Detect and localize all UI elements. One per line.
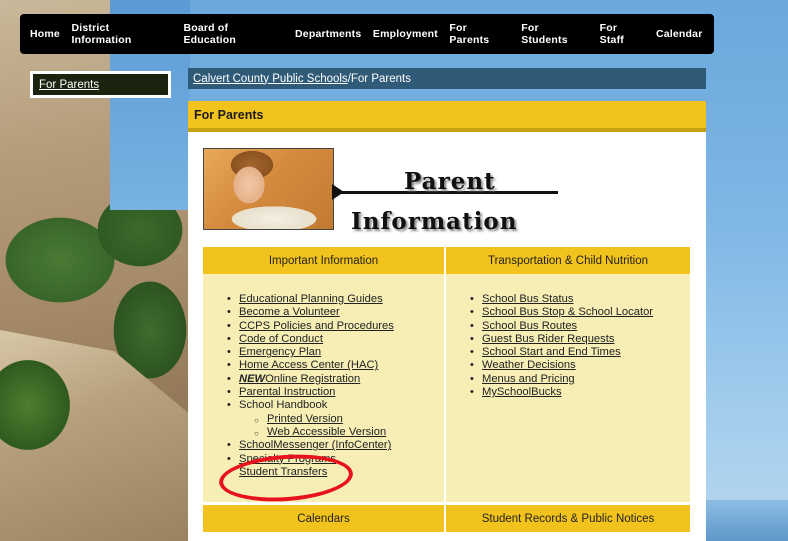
list-item: School Handbook Printed Version Web Acce…: [227, 399, 444, 441]
list-item: School Bus Stop & School Locator: [470, 306, 690, 320]
list-item: Become a Volunteer: [227, 306, 444, 320]
page-title: For Parents: [188, 101, 706, 132]
list-item: Educational Planning Guides: [227, 293, 444, 307]
link-guest-bus-rider[interactable]: Guest Bus Rider Requests: [482, 333, 614, 345]
list-item: Weather Decisions: [470, 359, 690, 373]
nav-home[interactable]: Home: [30, 28, 60, 40]
link-home-access-center[interactable]: Home Access Center (HAC): [239, 359, 378, 371]
list-item: Emergency Plan: [227, 346, 444, 360]
list-item: Guest Bus Rider Requests: [470, 333, 690, 347]
link-bus-stop-locator[interactable]: School Bus Stop & School Locator: [482, 306, 653, 318]
link-school-start-end-times[interactable]: School Start and End Times: [482, 346, 621, 358]
link-emergency-plan[interactable]: Emergency Plan: [239, 346, 321, 358]
nav-for-students[interactable]: For Students: [521, 22, 588, 46]
nav-for-staff[interactable]: For Staff: [600, 22, 645, 46]
heading-student-records: Student Records & Public Notices: [446, 505, 690, 532]
list-item: Home Access Center (HAC): [227, 359, 444, 373]
list-item: Parental Instruction: [227, 386, 444, 400]
background-sea: [706, 500, 788, 541]
list-item: Menus and Pricing: [470, 373, 690, 387]
school-handbook-label: School Handbook: [239, 399, 328, 412]
nav-departments[interactable]: Departments: [295, 28, 361, 40]
list-item: NEWOnline Registration: [227, 373, 444, 387]
list-item: Code of Conduct: [227, 333, 444, 347]
breadcrumb-current: For Parents: [350, 72, 411, 85]
link-handbook-web-accessible[interactable]: Web Accessible Version: [267, 426, 386, 438]
heading-important-information: Important Information: [203, 247, 446, 274]
list-item: School Bus Routes: [470, 320, 690, 334]
list-item: Web Accessible Version: [254, 426, 444, 441]
link-educational-planning-guides[interactable]: Educational Planning Guides: [239, 293, 383, 305]
banner-title-line1: Parent: [404, 168, 496, 195]
heading-calendars: Calendars: [203, 505, 446, 532]
link-handbook-printed[interactable]: Printed Version: [267, 413, 343, 425]
list-item: SchoolMessenger (InfoCenter): [227, 439, 444, 453]
banner-title-line2: Information: [351, 208, 518, 235]
top-navigation: Home District Information Board of Educa…: [20, 14, 714, 54]
nav-calendar[interactable]: Calendar: [656, 28, 703, 40]
heading-transportation-nutrition: Transportation & Child Nutrition: [446, 247, 690, 274]
nav-board-of-education[interactable]: Board of Education: [183, 22, 283, 46]
banner-arrow-icon: [332, 184, 344, 200]
link-schoolmessenger[interactable]: SchoolMessenger (InfoCenter): [239, 439, 391, 451]
list-item: Printed Version: [254, 413, 444, 428]
link-school-bus-status[interactable]: School Bus Status: [482, 293, 573, 305]
link-school-bus-routes[interactable]: School Bus Routes: [482, 320, 577, 332]
parent-information-banner: Parent Information: [203, 148, 558, 235]
link-ccps-policies[interactable]: CCPS Policies and Procedures: [239, 320, 394, 332]
table-footer-header-row: Calendars Student Records & Public Notic…: [203, 505, 690, 532]
sidebar-item-for-parents[interactable]: For Parents: [39, 79, 99, 91]
table-header-row: Important Information Transportation & C…: [203, 247, 690, 274]
nav-district-information[interactable]: District Information: [71, 22, 171, 46]
list-item: MySchoolBucks: [470, 386, 690, 400]
new-label: NEW: [239, 372, 266, 385]
banner-photo-child-reading: [203, 148, 334, 230]
link-weather-decisions[interactable]: Weather Decisions: [482, 359, 576, 371]
breadcrumb-root-link[interactable]: Calvert County Public Schools: [193, 73, 348, 85]
link-parental-instruction[interactable]: Parental Instruction: [239, 386, 335, 398]
link-become-a-volunteer[interactable]: Become a Volunteer: [239, 306, 340, 318]
transportation-nutrition-list: School Bus Status School Bus Stop & Scho…: [446, 274, 690, 502]
link-online-registration[interactable]: NEWOnline Registration: [239, 373, 360, 385]
background-bush: [0, 360, 70, 450]
sidebar-section-box: For Parents: [30, 71, 171, 98]
link-myschoolbucks[interactable]: MySchoolBucks: [482, 386, 562, 398]
online-registration-label: Online Registration: [265, 372, 361, 385]
nav-for-parents[interactable]: For Parents: [449, 22, 509, 46]
list-item: School Bus Status: [470, 293, 690, 307]
link-code-of-conduct[interactable]: Code of Conduct: [239, 333, 323, 345]
list-item: School Start and End Times: [470, 346, 690, 360]
breadcrumb: Calvert County Public Schools / For Pare…: [188, 68, 706, 89]
link-menus-and-pricing[interactable]: Menus and Pricing: [482, 373, 575, 385]
list-item: CCPS Policies and Procedures: [227, 320, 444, 334]
nav-employment[interactable]: Employment: [373, 28, 438, 40]
